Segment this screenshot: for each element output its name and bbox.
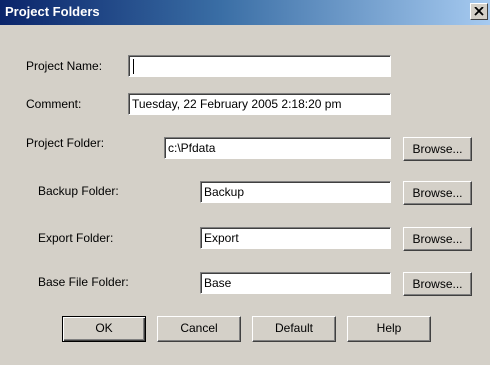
base-file-folder-value: Base [204,276,232,290]
backup-folder-label: Backup Folder: [38,184,119,198]
comment-input[interactable]: Tuesday, 22 February 2005 2:18:20 pm [128,93,391,115]
project-folders-dialog: Project Folders Project Name: Comment: T… [0,0,490,365]
base-file-folder-label: Base File Folder: [38,275,129,289]
comment-value: Tuesday, 22 February 2005 2:18:20 pm [132,97,342,111]
base-file-folder-input[interactable]: Base [200,272,391,294]
project-name-input[interactable] [128,55,391,77]
backup-folder-value: Backup [204,185,245,199]
project-folder-label: Project Folder: [26,136,105,150]
base-file-folder-browse-button[interactable]: Browse... [403,272,472,296]
title-bar[interactable]: Project Folders [0,0,490,25]
project-name-label: Project Name: [26,59,103,73]
ok-button[interactable]: OK [62,316,146,342]
export-folder-value: Export [204,231,239,245]
export-folder-label: Export Folder: [38,231,114,245]
export-folder-browse-button[interactable]: Browse... [403,227,472,251]
project-folder-value: c:\Pfdata [168,141,216,155]
close-icon [474,7,484,16]
backup-folder-browse-button[interactable]: Browse... [403,181,472,205]
cancel-button[interactable]: Cancel [157,316,241,342]
project-folder-browse-button[interactable]: Browse... [403,137,472,161]
comment-label: Comment: [26,97,82,111]
default-button[interactable]: Default [252,316,336,342]
help-button[interactable]: Help [347,316,431,342]
backup-folder-input[interactable]: Backup [200,181,391,203]
export-folder-input[interactable]: Export [200,227,391,249]
text-caret [133,59,134,74]
window-title: Project Folders [5,4,100,19]
close-button[interactable] [470,3,488,20]
project-folder-input[interactable]: c:\Pfdata [164,137,391,159]
